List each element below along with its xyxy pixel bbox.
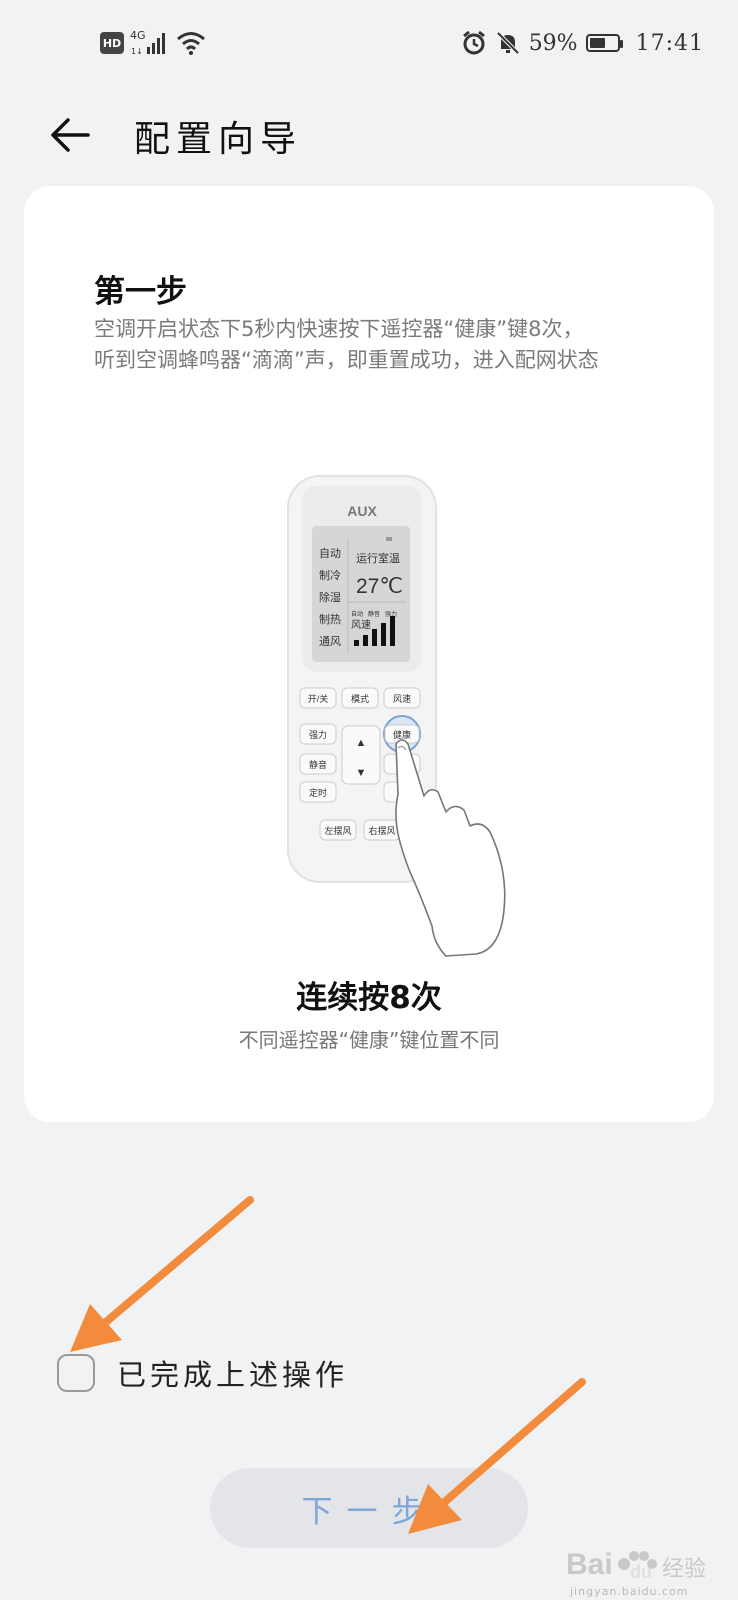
battery-fill <box>589 38 605 48</box>
annotation-arrow-next <box>408 1378 586 1534</box>
note-caption: 不同遥控器“健康”键位置不同 <box>238 1028 500 1052</box>
svg-text:du: du <box>630 1562 652 1582</box>
remote-swing-left-button: 左摆风 <box>324 825 351 836</box>
wifi-icon <box>177 32 205 55</box>
mode-auto: 自动 <box>319 547 341 560</box>
remote-timer-button: 定时 <box>309 787 327 798</box>
hand-drawing <box>395 739 506 957</box>
remote-quiet-button: 静音 <box>309 759 327 770</box>
mode-fan: 通风 <box>319 635 341 648</box>
arrow-left-icon[interactable] <box>48 108 102 162</box>
step-description-line-2: 听到空调蜂鸣器“滴滴”声，即重置成功，进入配网状态 <box>94 348 599 372</box>
hd-badge: HD <box>100 32 124 54</box>
svg-text:经验: 经验 <box>662 1557 706 1582</box>
step-description-line-1: 空调开启状态下5秒内快速按下遥控器“健康”键8次， <box>94 317 584 341</box>
status-right: 59% 17:41 <box>461 30 704 56</box>
status-left: HD 4G 1↓ <box>100 30 206 56</box>
fan-speed-auto: 自动 <box>351 610 363 618</box>
lcd-temperature: 27℃ <box>356 575 403 598</box>
clock: 17:41 <box>635 30 704 56</box>
remote-swing-right-button: 右摆风 <box>368 825 395 836</box>
remote-mode-button: 模式 <box>351 693 369 704</box>
svg-text:1↓: 1↓ <box>131 47 143 56</box>
press-caption: 连续按8次 <box>296 980 442 1016</box>
remote-down-button: ▼ <box>356 767 367 779</box>
fan-speed-quiet: 静音 <box>368 610 380 618</box>
battery-cap <box>619 40 623 48</box>
lcd-status-label: 运行室温 <box>356 551 400 565</box>
remote-up-button: ▲ <box>356 737 367 749</box>
mode-heat: 制热 <box>319 613 341 626</box>
lcd-fan-label: 风速 <box>351 619 371 631</box>
step-title: 第一步 <box>94 274 187 310</box>
mode-cool: 制冷 <box>319 569 341 582</box>
watermark-site: jingyan.baidu.com <box>570 1585 689 1598</box>
status-bar: HD 4G 1↓ 59% 17:41 <box>0 0 738 92</box>
baidu-watermark-logo: Bai du 经验 <box>566 1548 706 1582</box>
remote-brand: AUX <box>347 503 377 519</box>
svg-text:Bai: Bai <box>566 1548 613 1581</box>
annotation-arrow-checkbox <box>70 1196 254 1352</box>
page-title: 配置向导 <box>134 119 303 160</box>
remote-health-button: 健康 <box>393 729 411 740</box>
app-bar: 配置向导 <box>0 100 738 170</box>
instruction-card: 第一步 空调开启状态下5秒内快速按下遥控器“健康”键8次， 听到空调蜂鸣器“滴滴… <box>24 186 714 1122</box>
remote-speed-button: 风速 <box>393 694 411 704</box>
battery-percent: 59% <box>528 30 578 56</box>
remote-strong-button: 强力 <box>309 729 327 740</box>
signal-icon: 4G 1↓ <box>130 30 170 56</box>
remote-power-button: 开/关 <box>308 693 329 704</box>
alarm-icon <box>462 30 485 55</box>
battery-icon <box>585 34 623 52</box>
step-description: 空调开启状态下5秒内快速按下遥控器“健康”键8次， 听到空调蜂鸣器“滴滴”声，即… <box>94 314 674 376</box>
remote-illustration: AUX 自动 制冷 除湿 制热 通风 运行室温 27℃ 自动 静音 强力 风速 <box>287 475 506 957</box>
mode-dry: 除湿 <box>319 590 341 604</box>
mute-icon <box>496 31 520 55</box>
